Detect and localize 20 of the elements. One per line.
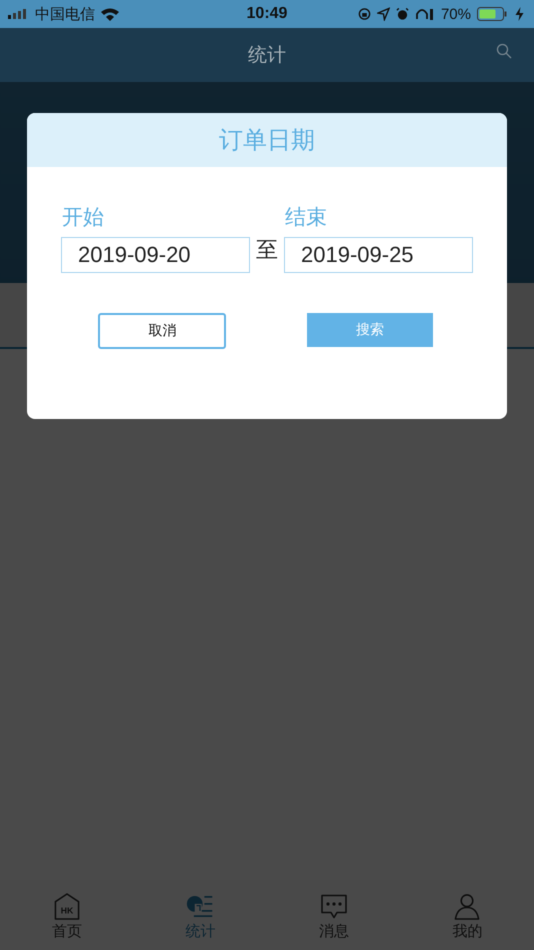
carrier-name: 中国电信 (35, 4, 95, 24)
search-button[interactable]: 搜索 (306, 313, 433, 347)
status-time: 10:49 (246, 5, 288, 23)
charging-bolt-icon (512, 7, 526, 21)
location-arrow-icon (376, 7, 390, 21)
alarm-clock-icon (396, 7, 409, 21)
search-icon[interactable] (496, 43, 512, 59)
page-title: 统计 (248, 43, 286, 68)
battery-icon (476, 7, 507, 21)
rotation-lock-icon (358, 7, 371, 21)
headphones-icon (414, 7, 435, 21)
range-separator: 至 (255, 237, 279, 265)
end-date-label: 结束 (284, 204, 328, 231)
cancel-button[interactable]: 取消 (98, 313, 226, 349)
battery-percent: 70% (440, 6, 471, 22)
start-date-label: 开始 (61, 204, 105, 231)
dialog-title: 订单日期 (219, 125, 315, 156)
wifi-icon (100, 7, 120, 21)
end-date-field[interactable]: 2019-09-25 (284, 237, 473, 273)
start-date-field[interactable]: 2019-09-20 (61, 237, 250, 273)
